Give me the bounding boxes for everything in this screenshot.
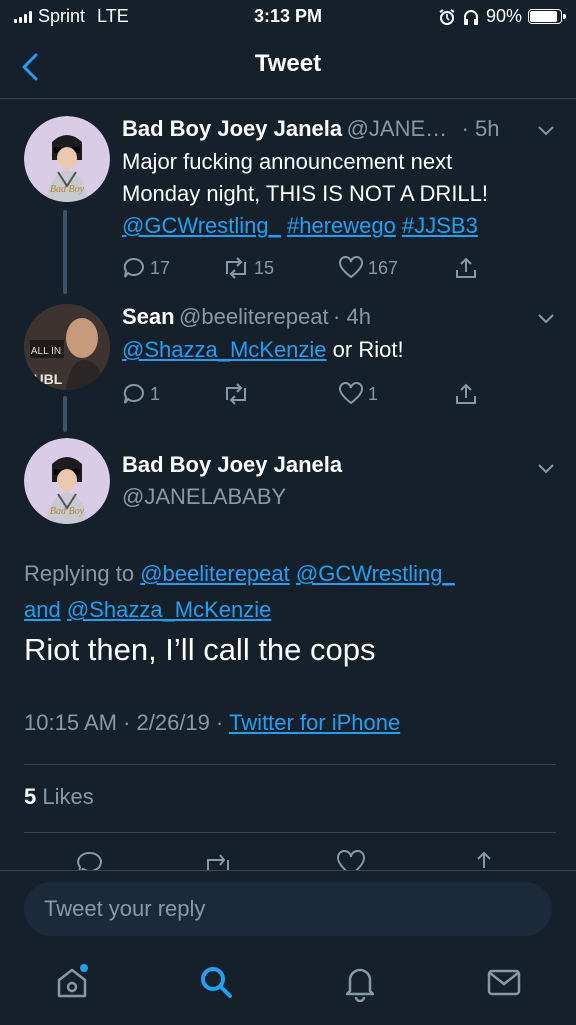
- tweet-2-time: · 4h: [333, 304, 371, 329]
- header: Tweet: [0, 36, 576, 99]
- svg-text:Bad Boy: Bad Boy: [50, 184, 85, 195]
- alarm-icon: [439, 8, 455, 25]
- main-tweet-meta: 10:15 AM · 2/26/19 · Twitter for iPhone: [24, 710, 400, 736]
- tweet-1-time: · 5h: [461, 116, 500, 141]
- share-icon: [456, 383, 476, 404]
- svg-text:Bad Boy: Bad Boy: [50, 506, 85, 517]
- avatar: Bad Boy: [24, 116, 110, 202]
- reply-icon: [123, 257, 144, 278]
- tweet-2-name[interactable]: Sean: [122, 304, 175, 329]
- like-button[interactable]: 1: [338, 382, 454, 406]
- main-tweet-name: Bad Boy Joey Janela: [122, 452, 343, 477]
- hashtag-link[interactable]: #herewego: [287, 213, 396, 238]
- avatar: ALL IN JUBL: [24, 304, 110, 390]
- mention-link[interactable]: @Shazza_McKenzie: [122, 337, 327, 362]
- tweet-1-actions: 17 15 167: [122, 256, 502, 280]
- divider: [24, 832, 556, 833]
- messages-icon: [487, 969, 521, 996]
- main-tweet-timestamp: 10:15 AM · 2/26/19 ·: [24, 710, 224, 735]
- mention-link[interactable]: @beeliterepeat: [140, 561, 290, 586]
- replying-to: Replying to @beeliterepeat @GCWrestling_…: [24, 556, 554, 628]
- hashtag-link[interactable]: #JJSB3: [402, 213, 478, 238]
- battery-percent: 90%: [485, 6, 522, 26]
- svg-text:ALL IN: ALL IN: [31, 346, 61, 357]
- retweet-button[interactable]: [222, 382, 338, 406]
- main-tweet-author[interactable]: Bad Boy Joey Janela @JANELABABY: [122, 452, 342, 510]
- status-right: 90%: [438, 6, 566, 27]
- headphones-icon: [463, 9, 478, 25]
- divider: [24, 764, 556, 765]
- chevron-down-icon[interactable]: [536, 312, 556, 326]
- heart-icon: [339, 256, 363, 279]
- search-icon: [201, 967, 232, 998]
- tab-search[interactable]: [196, 962, 236, 1002]
- source-link[interactable]: Twitter for iPhone: [229, 710, 400, 735]
- mention-link[interactable]: @Shazza_McKenzie: [67, 597, 272, 622]
- reply-input[interactable]: Tweet your reply: [24, 882, 552, 936]
- tweet-1-handle[interactable]: @JANE…: [347, 116, 448, 141]
- notifications-icon: [345, 968, 375, 1003]
- reply-count: 17: [150, 257, 171, 278]
- tweet-1-avatar[interactable]: Bad Boy: [24, 116, 110, 207]
- home-icon: [57, 964, 88, 998]
- tweet-1-text-line: Major fucking announcement next: [122, 149, 453, 174]
- heart-icon: [339, 382, 363, 405]
- battery-icon: [528, 9, 566, 24]
- svg-text:JUBL: JUBL: [26, 371, 63, 387]
- like-button[interactable]: 167: [338, 256, 454, 280]
- heart-icon[interactable]: [336, 850, 366, 870]
- reply-icon: [123, 383, 144, 404]
- likes-label: Likes: [42, 784, 94, 809]
- tweet-2-handle[interactable]: @beeliterepeat: [179, 304, 329, 329]
- status-bar: Sprint LTE 3:13 PM 90%: [0, 0, 576, 36]
- tab-home[interactable]: [52, 962, 92, 1002]
- avatar: Bad Boy: [24, 438, 110, 524]
- main-tweet-text: Riot then, I’ll call the cops: [24, 632, 376, 667]
- retweet-button[interactable]: 15: [222, 256, 338, 280]
- replying-to-label: Replying to: [24, 561, 135, 586]
- tweet-1-header: Bad Boy Joey Janela @JANE… · 5h: [122, 116, 542, 142]
- tab-messages[interactable]: [484, 962, 524, 1002]
- chevron-down-icon[interactable]: [536, 124, 556, 138]
- tweet-2-header: Sean @beeliterepeat · 4h: [122, 304, 542, 330]
- share-icon: [456, 257, 476, 278]
- tweet-1-body: Major fucking announcement next Monday n…: [122, 146, 562, 242]
- reply-count: 1: [150, 383, 161, 404]
- page-title: Tweet: [254, 50, 322, 77]
- retweet-icon: [226, 383, 246, 405]
- tab-notifications[interactable]: [340, 962, 380, 1003]
- likes-summary[interactable]: 5 Likes: [24, 784, 94, 810]
- retweet-icon: [226, 257, 246, 279]
- tweet-2-text: or Riot!: [332, 337, 404, 362]
- chevron-down-icon[interactable]: [536, 462, 556, 476]
- main-tweet-avatar[interactable]: Bad Boy: [24, 438, 110, 529]
- share-button[interactable]: [454, 256, 478, 280]
- share-button[interactable]: [454, 382, 478, 406]
- reply-button[interactable]: 17: [122, 256, 222, 280]
- likes-count: 5: [24, 784, 37, 809]
- main-tweet-handle: @JANELABABY: [122, 484, 287, 509]
- mention-link[interactable]: @GCWrestling_: [122, 213, 281, 238]
- tweet-2-avatar[interactable]: ALL IN JUBL: [24, 304, 110, 395]
- thread-line: [63, 210, 67, 294]
- main-tweet-actions: [0, 846, 576, 870]
- reply-icon[interactable]: [76, 850, 104, 870]
- tweet-1-text-line: Monday night, THIS IS NOT A DRILL!: [122, 181, 489, 206]
- mention-link[interactable]: @GCWrestling_: [296, 561, 455, 586]
- share-icon[interactable]: [470, 850, 498, 870]
- replying-to-and[interactable]: and: [24, 597, 61, 622]
- reply-button[interactable]: 1: [122, 382, 222, 406]
- retweet-count: 15: [254, 257, 275, 278]
- like-count: 167: [368, 257, 399, 278]
- thread-line: [63, 396, 67, 432]
- like-count: 1: [368, 383, 379, 404]
- retweet-icon[interactable]: [202, 852, 234, 870]
- tweet-2-body: @Shazza_McKenzie or Riot!: [122, 334, 562, 366]
- tweet-1-name[interactable]: Bad Boy Joey Janela: [122, 116, 342, 141]
- tweet-2-actions: 1 1: [122, 382, 502, 406]
